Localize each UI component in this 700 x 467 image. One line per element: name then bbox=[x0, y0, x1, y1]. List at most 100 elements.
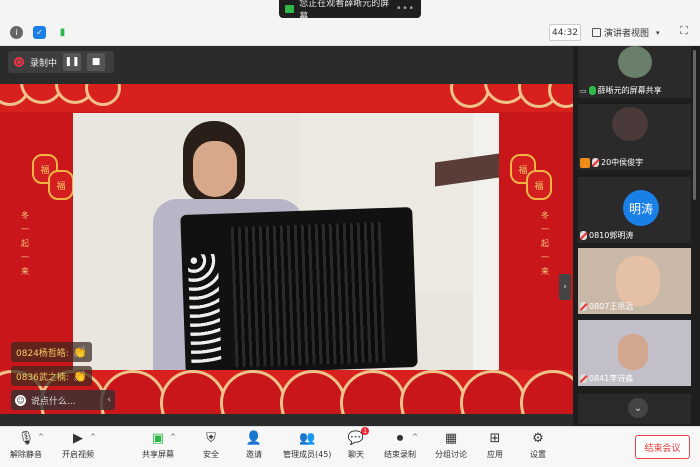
vertical-char: 起 bbox=[21, 239, 29, 248]
accordion-keys bbox=[187, 253, 222, 365]
chevron-left-icon[interactable]: ‹ bbox=[107, 395, 111, 405]
right-vertical-text: 冬 一 起 一 来 bbox=[540, 209, 550, 279]
start-video-button[interactable]: ▶ ^ 开启视频 bbox=[62, 430, 96, 466]
avatar: 明涛 bbox=[623, 190, 659, 226]
panel-collapse-button[interactable]: › bbox=[559, 274, 571, 300]
performer-photo bbox=[73, 113, 499, 401]
shield-icon: ⛨ bbox=[206, 430, 216, 446]
mic-muted-icon bbox=[580, 374, 587, 383]
unmute-button[interactable]: 🎙 ^ 解除静音 bbox=[10, 430, 44, 466]
lantern-right-2: 福 bbox=[526, 170, 552, 200]
screen-share-icon bbox=[285, 5, 295, 13]
invite-label: 邀请 bbox=[246, 450, 262, 459]
breakout-icon: ▦ bbox=[444, 430, 458, 446]
view-switch-button[interactable]: 演讲者视图 ▾ bbox=[592, 24, 670, 41]
mic-muted-icon bbox=[580, 231, 587, 240]
gear-icon: ⚙ bbox=[532, 430, 544, 446]
performer-face bbox=[193, 141, 237, 197]
share-label: 共享屏幕 bbox=[142, 450, 174, 459]
participant-tile[interactable]: ▭ 薛晰元的屏幕共享 bbox=[578, 46, 691, 98]
meeting-window: 您正在观看薛晰元的屏幕 ••• i ✓ ▮ 44:32 演讲者视图 ▾ ⛶ 录制… bbox=[0, 0, 700, 467]
participant-name: 薛晰元的屏幕共享 bbox=[597, 86, 662, 95]
chat-message: 0836武之楠: 👏 bbox=[11, 366, 92, 386]
participant-name-row: 0807王思远 bbox=[580, 301, 633, 312]
share-screen-button[interactable]: ▣ ^ 共享屏幕 bbox=[142, 430, 176, 466]
participant-tile[interactable]: 0807王思远 bbox=[578, 248, 691, 314]
wave-decoration bbox=[340, 370, 406, 414]
chat-button[interactable]: 💬 1 聊天 bbox=[348, 427, 369, 466]
view-label: 演讲者视图 bbox=[604, 29, 650, 39]
recording-label: 录制中 bbox=[30, 58, 58, 69]
bottom-toolbar: 🎙 ^ 解除静音 ▶ ^ 开启视频 ▣ ^ 共享屏幕 ⛨ 安全 👤 邀请 👥 管理成员… bbox=[0, 426, 700, 467]
participant-name-row: 0810郭明涛 bbox=[580, 230, 633, 241]
vertical-char: 一 bbox=[541, 225, 549, 234]
vertical-char: 来 bbox=[541, 267, 549, 276]
video-off-icon: ▶ ^ bbox=[73, 430, 96, 446]
chat-message: 0824杨哲皓: 👏 bbox=[11, 342, 92, 362]
wave-decoration bbox=[160, 370, 226, 414]
end-record-label: 结束录制 bbox=[384, 450, 416, 459]
panel-scrollbar[interactable] bbox=[693, 50, 696, 200]
share-screen-icon: ▣ ^ bbox=[151, 430, 176, 446]
apps-label: 应用 bbox=[487, 450, 503, 459]
participant-name: 0841李诗淼 bbox=[589, 374, 634, 383]
breakout-rooms-button[interactable]: ▦ 分组讨论 bbox=[435, 430, 467, 466]
participant-video bbox=[618, 334, 648, 370]
pause-recording-button[interactable]: ❚❚ bbox=[63, 53, 82, 71]
participant-panel: ▭ 薛晰元的屏幕共享 20中侯俊宇 明涛 0810郭明涛 0807王思远 084… bbox=[573, 46, 700, 426]
unmute-label: 解除静音 bbox=[10, 450, 42, 459]
invite-button[interactable]: 👤 邀请 bbox=[246, 430, 262, 466]
members-icon: 👥 bbox=[299, 430, 316, 446]
clap-icon: 👏 bbox=[72, 345, 87, 359]
sharing-text: 您正在观看薛晰元的屏幕 bbox=[299, 0, 390, 22]
screen-share-icon: ▭ bbox=[580, 86, 587, 95]
accordion bbox=[180, 207, 418, 375]
participant-thumbnail bbox=[618, 46, 652, 78]
add-user-icon: 👤 bbox=[245, 430, 263, 446]
wave-decoration bbox=[280, 370, 346, 414]
members-label: 管理成员(45) bbox=[283, 450, 332, 459]
participant-name: 20中侯俊宇 bbox=[601, 158, 644, 167]
wave-decoration bbox=[400, 370, 466, 414]
top-toolbar: i ✓ ▮ 44:32 演讲者视图 ▾ ⛶ bbox=[0, 20, 700, 46]
signal-icon[interactable]: ▮ bbox=[56, 26, 69, 39]
participant-name-row: 0841李诗淼 bbox=[580, 373, 633, 384]
shield-icon[interactable]: ✓ bbox=[33, 26, 46, 39]
sharing-indicator[interactable]: 您正在观看薛晰元的屏幕 ••• bbox=[279, 0, 421, 22]
participant-tile[interactable]: 明涛 0810郭明涛 bbox=[578, 177, 691, 243]
vertical-char: 冬 bbox=[21, 211, 29, 220]
manage-members-button[interactable]: 👥 管理成员(45) bbox=[283, 430, 331, 466]
vertical-char: 一 bbox=[21, 253, 29, 262]
vertical-char: 起 bbox=[541, 239, 549, 248]
mic-muted-icon: 🎙 ^ bbox=[17, 430, 44, 446]
chevron-down-icon[interactable]: ⌄ bbox=[628, 398, 648, 418]
info-icon[interactable]: i bbox=[10, 26, 23, 39]
vertical-char: 冬 bbox=[541, 211, 549, 220]
settings-label: 设置 bbox=[530, 450, 546, 459]
participant-name: 0807王思远 bbox=[589, 302, 634, 311]
chat-badge: 1 bbox=[361, 427, 369, 435]
participant-tile[interactable]: ⌄ bbox=[578, 394, 691, 424]
stop-recording-button[interactable]: ■ bbox=[87, 53, 106, 71]
end-meeting-button[interactable]: 结束会议 bbox=[635, 435, 690, 459]
festive-banner: 福 福 福 福 冬 一 起 一 来 冬 一 起 一 来 0824杨哲皓: 👏 0… bbox=[0, 84, 573, 414]
chat-input[interactable]: ☺ 说点什么... ‹ bbox=[11, 390, 115, 410]
apps-icon: ⊞ bbox=[489, 430, 501, 446]
record-icon bbox=[14, 57, 24, 67]
apps-button[interactable]: ⊞ 应用 bbox=[487, 430, 503, 466]
more-options-icon[interactable]: ••• bbox=[396, 4, 415, 14]
clap-icon: 👏 bbox=[72, 369, 87, 383]
participant-tile[interactable]: 20中侯俊宇 bbox=[578, 104, 691, 170]
security-button[interactable]: ⛨ 安全 bbox=[203, 430, 219, 466]
emoji-icon[interactable]: ☺ bbox=[15, 394, 26, 406]
end-recording-button[interactable]: ⏺ ^ 结束录制 bbox=[384, 430, 418, 466]
chevron-down-icon: ▾ bbox=[656, 28, 660, 37]
title-bar: 您正在观看薛晰元的屏幕 ••• bbox=[0, 0, 700, 22]
fullscreen-icon[interactable]: ⛶ bbox=[680, 25, 692, 37]
participant-tile[interactable]: 0841李诗淼 bbox=[578, 320, 691, 386]
recording-bar: 录制中 ❚❚ ■ bbox=[8, 51, 114, 73]
host-icon bbox=[580, 157, 590, 168]
breakout-label: 分组讨论 bbox=[435, 450, 467, 459]
participant-name: 0810郭明涛 bbox=[589, 231, 634, 240]
settings-button[interactable]: ⚙ 设置 bbox=[530, 430, 546, 466]
